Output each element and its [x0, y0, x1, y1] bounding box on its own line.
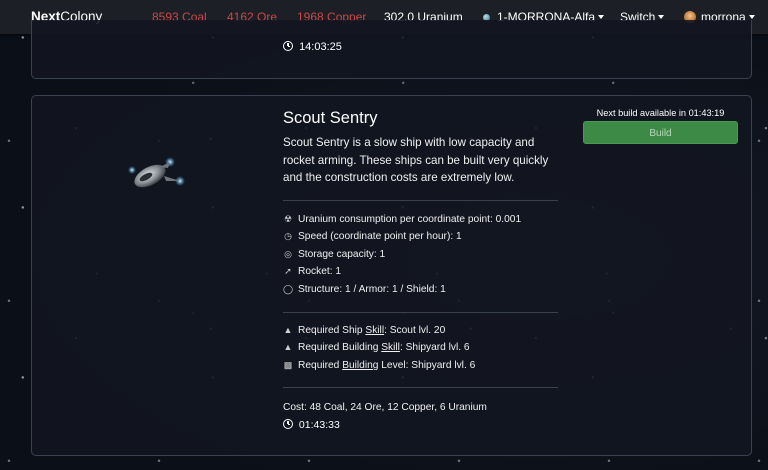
req-building-level: ▩ Required Building Level: Shipyard lvl. … [283, 360, 476, 371]
radiation-icon: ☢ [283, 214, 293, 224]
req-building-level-pre: Required [298, 360, 343, 371]
divider [283, 312, 558, 313]
next-build-notice: Next build available in 01:43:19 [596, 108, 725, 118]
build-cost: Cost: 48 Coal, 24 Ore, 12 Copper, 6 Uran… [283, 402, 487, 413]
previous-time-value: 14:03:25 [299, 41, 342, 53]
gauge-icon: ◷ [284, 231, 292, 241]
req-building-skill-pre: Required Building [298, 342, 382, 353]
clock-icon [283, 41, 293, 51]
clock-icon [283, 419, 293, 429]
ship-title: Scout Sentry [283, 109, 378, 127]
build-button[interactable]: Build [583, 121, 738, 144]
stat-uranium: ☢ Uranium consumption per coordinate poin… [283, 214, 521, 225]
building-skill-link[interactable]: Skill [381, 342, 400, 353]
graduation-cap-icon: ▲ [283, 342, 293, 352]
scout-ship-image [128, 157, 185, 188]
chevron-down-icon [748, 15, 755, 19]
stat-speed: ◷ Speed (coordinate point per hour): 1 [283, 231, 462, 242]
stat-storage-text: Storage capacity: 1 [298, 249, 386, 260]
building-link[interactable]: Building [342, 360, 378, 371]
req-building-level-post: Level: Shipyard lvl. 6 [378, 360, 476, 371]
stat-structure-text: Structure: 1 / Armor: 1 / Shield: 1 [298, 284, 446, 295]
build-time: 01:43:33 [283, 419, 340, 431]
req-ship-skill-post: : Scout lvl. 20 [384, 325, 446, 336]
shield-icon: ◯ [283, 284, 294, 294]
req-building-skill-post: : Shipyard lvl. 6 [399, 342, 470, 353]
chevron-down-icon [658, 15, 665, 19]
previous-ship-card: 14:03:25 [31, 20, 752, 79]
building-icon: ▩ [283, 360, 293, 370]
ship-card: Scout Sentry Scout Sentry is a slow ship… [31, 95, 752, 456]
chevron-down-icon [598, 15, 605, 19]
storage-icon: ◎ [284, 249, 292, 259]
stat-speed-text: Speed (coordinate point per hour): 1 [298, 231, 462, 242]
divider [283, 387, 558, 388]
stat-uranium-text: Uranium consumption per coordinate point… [298, 214, 522, 225]
ship-skill-link[interactable]: Skill [365, 325, 384, 336]
build-time-value: 01:43:33 [298, 419, 340, 431]
stat-structure: ◯ Structure: 1 / Armor: 1 / Shield: 1 [283, 284, 446, 295]
ship-description: Scout Sentry is a slow ship with low cap… [283, 136, 549, 184]
req-building-skill: ▲ Required Building Skill: Shipyard lvl. … [283, 342, 470, 353]
stat-rocket-text: Rocket: 1 [298, 266, 342, 277]
stat-rocket: ➚ Rocket: 1 [283, 266, 341, 277]
stat-storage: ◎ Storage capacity: 1 [283, 249, 385, 260]
req-ship-skill: ▲ Required Ship Skill: Scout lvl. 20 [283, 325, 446, 336]
graduation-cap-icon: ▲ [283, 325, 293, 335]
previous-build-time: 14:03:25 [283, 41, 342, 53]
rocket-icon: ➚ [284, 266, 292, 276]
req-ship-skill-pre: Required Ship [298, 325, 366, 336]
divider [283, 200, 558, 201]
